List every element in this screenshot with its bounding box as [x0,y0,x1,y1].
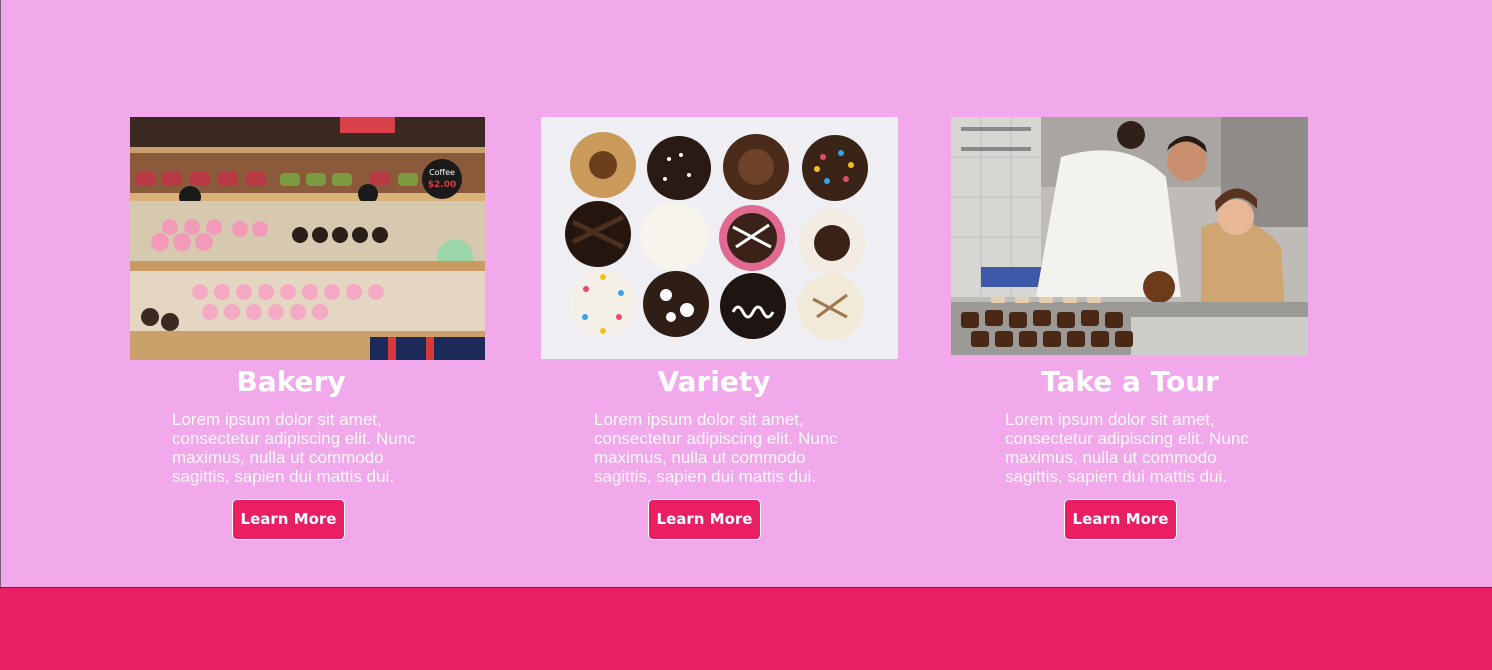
bakery-display-case-photo: Coffee $2.00 [130,117,485,360]
feature-card-take-a-tour: Take a Tour Lorem ipsum dolor sit amet, … [951,117,1311,540]
card-title: Variety [657,365,771,398]
feature-card-bakery: Coffee $2.00 Bakery Lorem ipsum dolor si… [130,117,490,540]
card-title: Take a Tour [1041,365,1219,398]
card-description: Lorem ipsum dolor sit amet, consectetur … [594,410,838,486]
svg-text:Coffee: Coffee [429,168,455,177]
feature-card-variety: Variety Lorem ipsum dolor sit amet, cons… [541,117,901,540]
kitchen-tour-photo [951,117,1308,355]
learn-more-button[interactable]: Learn More [1064,499,1177,540]
card-description: Lorem ipsum dolor sit amet, consectetur … [172,410,416,486]
learn-more-button[interactable]: Learn More [648,499,761,540]
svg-text:$2.00: $2.00 [428,180,456,190]
footer-bar [0,587,1492,670]
features-section: Coffee $2.00 Bakery Lorem ipsum dolor si… [0,0,1492,587]
card-title: Bakery [236,365,346,398]
learn-more-button[interactable]: Learn More [232,499,345,540]
cupcake-variety-photo [541,117,898,359]
card-description: Lorem ipsum dolor sit amet, consectetur … [1005,410,1249,486]
